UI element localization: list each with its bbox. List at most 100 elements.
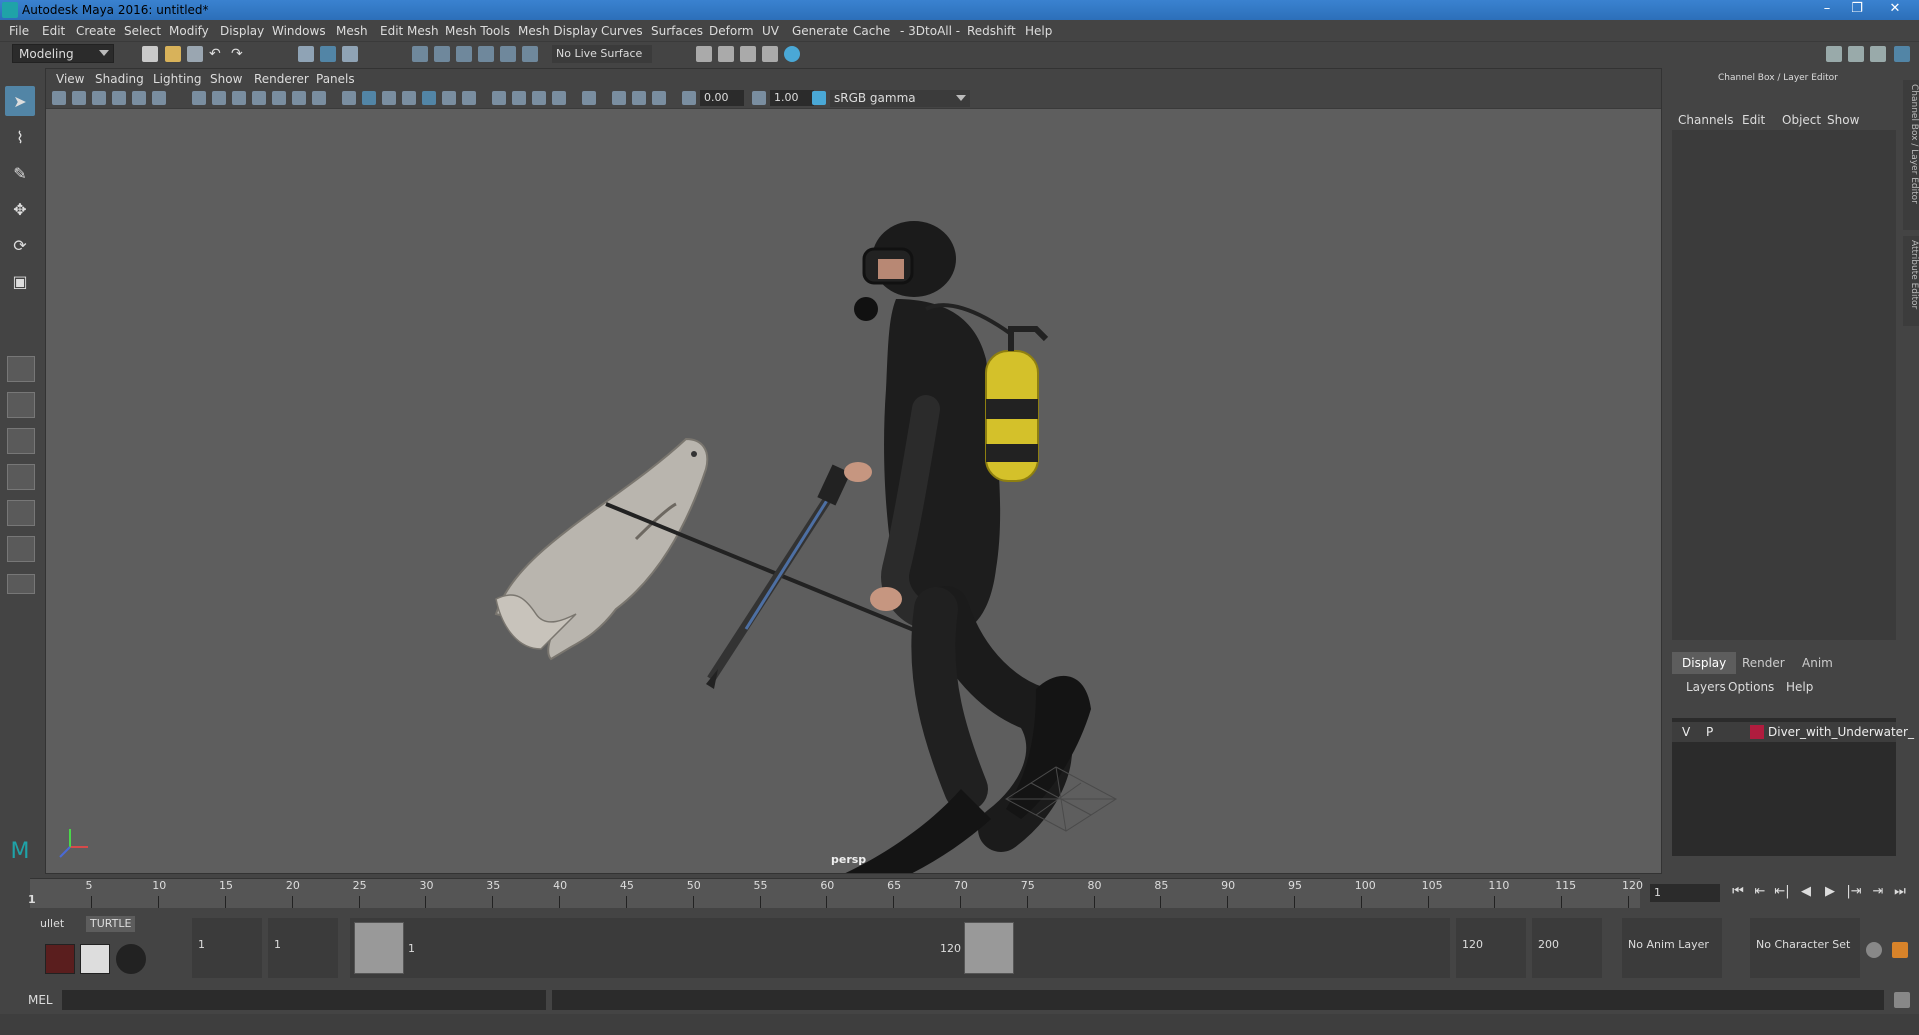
playback-start-field[interactable]: 1 — [268, 918, 338, 978]
end-time-field[interactable]: 200 — [1532, 918, 1602, 978]
menu-mesh-tools[interactable]: Mesh Tools — [445, 24, 510, 38]
channel-object-menu[interactable]: Object — [1782, 113, 1821, 127]
script-language-label[interactable]: MEL — [28, 993, 53, 1007]
play-backward-icon[interactable]: ◀ — [1796, 884, 1816, 902]
anim-prefs-icon[interactable] — [1866, 942, 1882, 958]
xray-active-icon[interactable] — [632, 91, 646, 105]
menu-generate[interactable]: Generate — [792, 24, 848, 38]
menu-file[interactable]: File — [9, 24, 29, 38]
snap-grid-icon[interactable] — [412, 46, 428, 62]
field-chart-icon[interactable] — [272, 91, 286, 105]
color-management-icon[interactable] — [812, 91, 826, 105]
wireframe-icon[interactable] — [342, 91, 356, 105]
character-set-select[interactable]: No Character Set — [1750, 918, 1860, 978]
film-gate-icon[interactable] — [212, 91, 226, 105]
menu-mesh-display[interactable]: Mesh Display — [518, 24, 598, 38]
render-view-icon[interactable] — [762, 46, 778, 62]
side-by-side-layout-icon[interactable] — [7, 428, 35, 454]
range-end-handle[interactable] — [964, 922, 1014, 974]
textured-icon[interactable] — [422, 91, 436, 105]
panel-menu-panels[interactable]: Panels — [316, 72, 355, 86]
snap-live-icon[interactable] — [500, 46, 516, 62]
hypershade-layout-icon[interactable] — [7, 536, 35, 562]
channels-menu[interactable]: Channels — [1678, 113, 1734, 127]
range-slider[interactable]: 1 120 — [350, 918, 1450, 978]
select-object-icon[interactable] — [320, 46, 336, 62]
rotate-tool-icon[interactable]: ⟳ — [5, 230, 35, 260]
gate-mask-icon[interactable] — [252, 91, 266, 105]
menu-3dtoall[interactable]: - 3DtoAll - — [900, 24, 960, 38]
workspace-icon[interactable] — [1826, 46, 1842, 62]
safe-action-icon[interactable] — [292, 91, 306, 105]
resolution-gate-icon[interactable] — [232, 91, 246, 105]
four-pane-layout-icon[interactable] — [7, 392, 35, 418]
safe-title-icon[interactable] — [312, 91, 326, 105]
outliner-persp-layout-icon[interactable] — [7, 464, 35, 490]
menu-edit-mesh[interactable]: Edit Mesh — [380, 24, 439, 38]
panel-menu-renderer[interactable]: Renderer — [254, 72, 309, 86]
layers-menu[interactable]: Layers — [1686, 680, 1726, 694]
smooth-shade-icon[interactable] — [362, 91, 376, 105]
channel-edit-menu[interactable]: Edit — [1742, 113, 1765, 127]
shadows-icon[interactable] — [462, 91, 476, 105]
command-input[interactable] — [62, 990, 546, 1010]
play-forward-icon[interactable]: ▶ — [1820, 884, 1840, 902]
grid-icon[interactable] — [192, 91, 206, 105]
layer-row[interactable]: V P Diver_with_Underwater_ — [1672, 722, 1914, 742]
menu-mesh[interactable]: Mesh — [336, 24, 368, 38]
default-material-icon[interactable] — [382, 91, 396, 105]
wireframe-on-shaded-icon[interactable] — [402, 91, 416, 105]
layer-help-menu[interactable]: Help — [1786, 680, 1813, 694]
minimize-button[interactable]: – — [1812, 0, 1842, 18]
camera-select-icon[interactable] — [52, 91, 66, 105]
side-tab-channel-box[interactable]: Channel Box / Layer Editor — [1903, 80, 1919, 230]
menu-curves[interactable]: Curves — [601, 24, 643, 38]
channel-box-toggle-icon[interactable] — [1894, 46, 1910, 62]
graph-editor-layout-icon[interactable] — [7, 500, 35, 526]
exposure-field[interactable]: 0.00 — [700, 90, 744, 106]
single-pane-layout-icon[interactable] — [7, 356, 35, 382]
open-scene-icon[interactable] — [165, 46, 181, 62]
shelf-tab-turtle[interactable]: TURTLE — [86, 916, 136, 932]
snap-view-plane-icon[interactable] — [478, 46, 494, 62]
motion-blur-icon[interactable] — [512, 91, 526, 105]
layer-visibility-toggle[interactable]: V — [1682, 725, 1690, 739]
menu-cache[interactable]: Cache — [853, 24, 890, 38]
modeling-toolkit-icon[interactable] — [1848, 46, 1864, 62]
menu-edit[interactable]: Edit — [42, 24, 65, 38]
scale-tool-icon[interactable]: ▣ — [5, 266, 35, 296]
fire-effect-icon[interactable] — [45, 944, 75, 974]
step-forward-key-icon[interactable]: ⇥ — [1868, 884, 1888, 902]
live-surface-field[interactable]: No Live Surface — [552, 45, 652, 63]
select-tool-icon[interactable]: ➤ — [5, 86, 35, 116]
select-component-icon[interactable] — [342, 46, 358, 62]
ipr-render-icon[interactable] — [740, 46, 756, 62]
bookmark-icon[interactable] — [92, 91, 106, 105]
new-scene-icon[interactable] — [142, 46, 158, 62]
viewport-panel[interactable]: View Shading Lighting Show Renderer Pane… — [45, 68, 1662, 874]
go-to-end-icon[interactable]: ⏭ — [1890, 884, 1910, 902]
panel-menu-shading[interactable]: Shading — [95, 72, 144, 86]
gamma-field[interactable]: 1.00 — [770, 90, 814, 106]
multisample-aa-icon[interactable] — [532, 91, 546, 105]
redo-icon[interactable]: ↷ — [231, 46, 247, 62]
layer-name[interactable]: Diver_with_Underwater_ — [1768, 725, 1914, 739]
playback-end-field[interactable]: 120 — [1456, 918, 1526, 978]
menu-display[interactable]: Display — [220, 24, 264, 38]
options-menu[interactable]: Options — [1728, 680, 1774, 694]
menu-set-select[interactable]: Modeling — [12, 44, 114, 63]
panel-menu-view[interactable]: View — [56, 72, 84, 86]
render-frame-icon[interactable] — [718, 46, 734, 62]
channel-show-menu[interactable]: Show — [1827, 113, 1859, 127]
depth-of-field-icon[interactable] — [552, 91, 566, 105]
attribute-editor-toggle-icon[interactable] — [1870, 46, 1886, 62]
menu-create[interactable]: Create — [76, 24, 116, 38]
menu-windows[interactable]: Windows — [272, 24, 326, 38]
paint-select-tool-icon[interactable]: ✎ — [5, 158, 35, 188]
tab-display[interactable]: Display — [1672, 652, 1737, 674]
anim-layer-select[interactable]: No Anim Layer — [1622, 918, 1722, 978]
channel-list-area[interactable] — [1672, 130, 1896, 640]
xray-icon[interactable] — [612, 91, 626, 105]
hypershade-icon[interactable] — [784, 46, 800, 62]
panel-menu-lighting[interactable]: Lighting — [153, 72, 202, 86]
